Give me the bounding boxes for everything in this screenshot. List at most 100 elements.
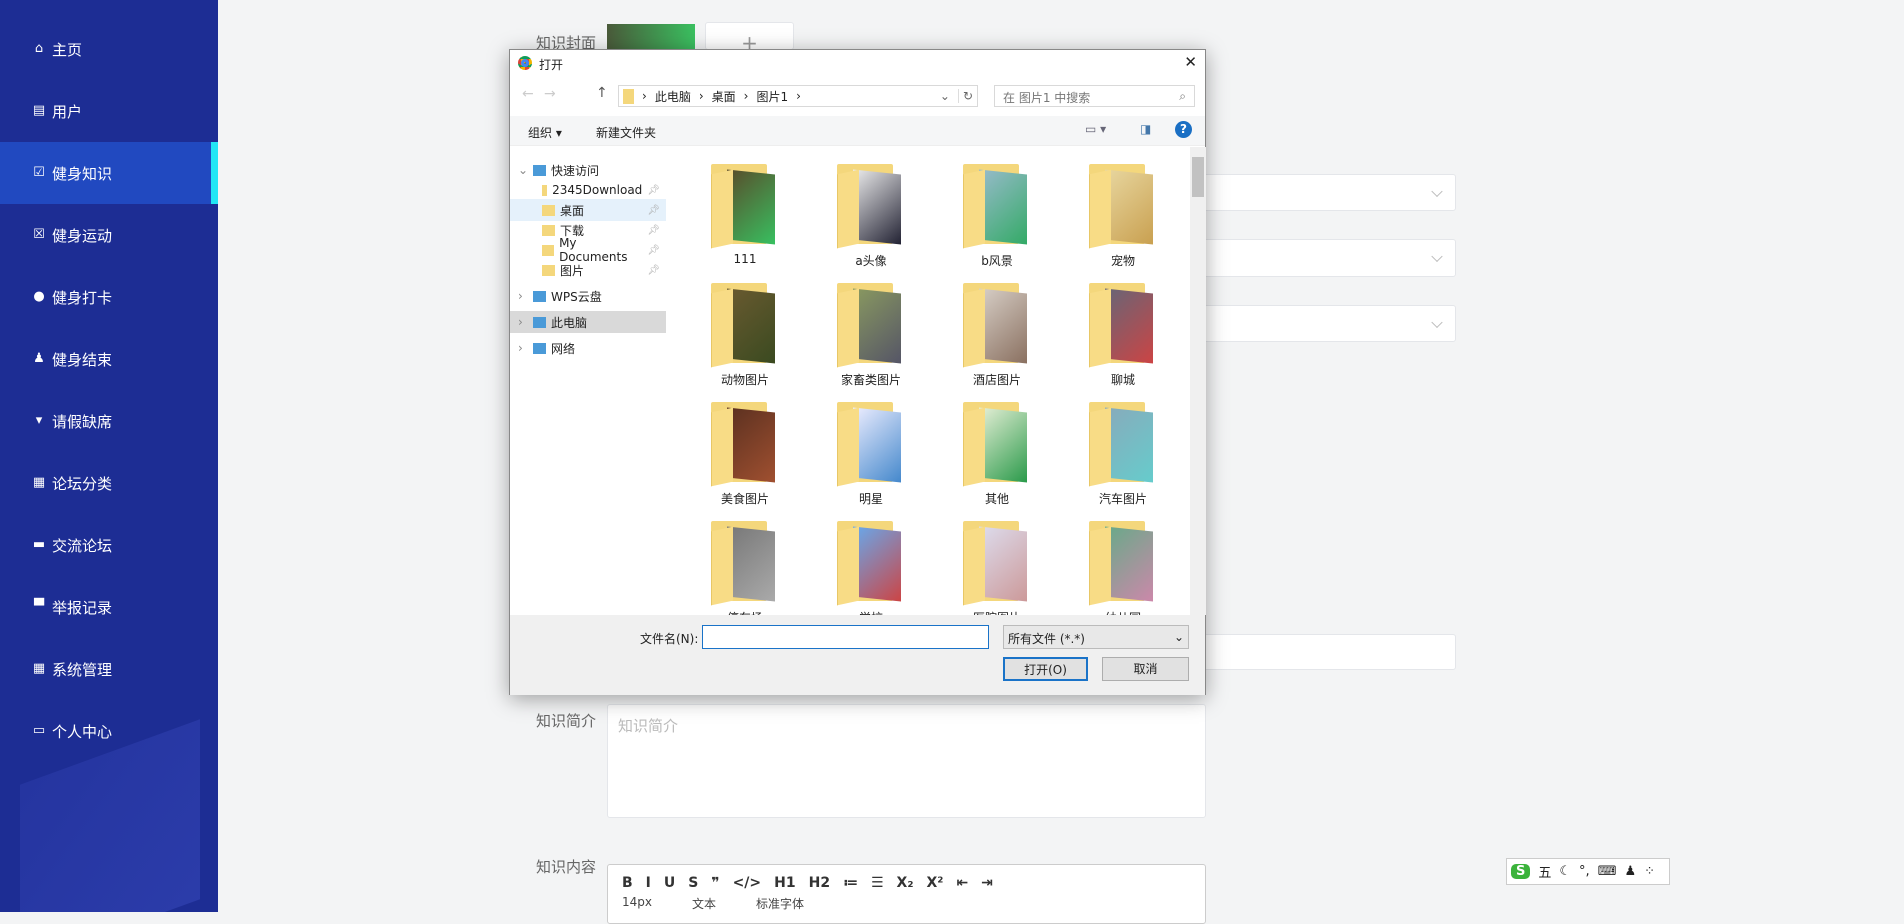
folder-item[interactable]: a头像 [816,162,926,269]
view-icon[interactable]: ▭ ▾ [1085,122,1106,136]
rich-editor[interactable]: B I U S ❞ </> H1 H2 ≔ ☰ X₂ X² ⇤ ⇥ 14px 文本 标准字体 [607,864,1206,924]
expand-icon[interactable]: › [518,289,528,303]
sidebar-item[interactable]: ▤ 用户 [0,80,218,142]
nav-item[interactable]: › 此电脑 [510,311,666,333]
font-family-select[interactable]: 标准字体 [756,895,804,912]
sidebar-item[interactable]: ▀ 举报记录 [0,576,218,638]
nav-item[interactable]: › 网络 [510,337,666,359]
close-button[interactable]: ✕ [1184,53,1197,71]
folder-item[interactable]: b风景 [942,162,1052,269]
folder-item[interactable]: 幼儿园 [1068,519,1178,615]
folder-item[interactable]: 停车场 [690,519,800,615]
nav-item[interactable]: 2345Download 📌︎ [510,179,666,201]
breadcrumb-item[interactable]: 桌面 [712,88,736,105]
address-bar[interactable]: › 此电脑 › 桌面 › 图片1 › ⌄ ↻ [618,85,978,107]
editor-tool-button[interactable]: H1 [774,875,795,891]
expand-icon[interactable]: ⌄ [518,163,528,177]
editor-tool-button[interactable]: S [688,875,698,891]
nav-item[interactable]: 图片 📌︎ [510,259,666,281]
nav-item[interactable]: ⌄ 快速访问 [510,159,666,181]
expand-icon[interactable]: › [518,341,528,355]
folder-icon [959,519,1035,606]
sidebar-item[interactable]: ▦ 论坛分类 [0,452,218,514]
editor-tool-button[interactable]: X² [926,875,943,891]
folder-item[interactable]: 学校 [816,519,926,615]
open-button[interactable]: 打开(O) [1003,657,1088,681]
title-bar: 打开 ✕ [510,50,1205,76]
folder-item[interactable]: 明星 [816,400,926,507]
sidebar-item[interactable]: ▭ 个人中心 [0,700,218,762]
ime-button[interactable]: ☾ [1559,864,1571,879]
chevron-down-icon[interactable]: ⌄ [940,89,950,103]
new-folder-button[interactable]: 新建文件夹 [596,124,656,141]
cancel-button[interactable]: 取消 [1102,657,1189,681]
folder-item[interactable]: 111 [690,162,800,266]
folder-item[interactable]: 家畜类图片 [816,281,926,388]
forward-icon[interactable]: → [544,86,556,102]
preview-pane-icon[interactable]: ◨ [1140,122,1151,136]
up-icon[interactable]: ↑ [596,85,608,101]
editor-tool-button[interactable]: ≔ [843,875,858,891]
ime-button[interactable]: ⁘ [1644,864,1655,879]
search-input[interactable]: 在 图片1 中搜索 ⌕ [994,85,1195,107]
select-1[interactable] [1200,174,1456,211]
organize-button[interactable]: 组织 ▾ [528,124,562,141]
sidebar-item[interactable]: ▾ 请假缺席 [0,390,218,452]
select-3[interactable] [1200,305,1456,342]
editor-tool-button[interactable]: ☰ [871,875,884,891]
sidebar-item[interactable]: ☒ 健身运动 [0,204,218,266]
editor-tool-button[interactable]: ⇥ [981,875,993,891]
editor-tool-button[interactable]: </> [733,875,762,891]
sidebar-item-label: 请假缺席 [52,412,113,431]
sidebar-item[interactable]: ▦ 系统管理 [0,638,218,700]
folder-name: 聊城 [1110,373,1135,387]
sidebar-item[interactable]: ♟ 健身结束 [0,328,218,390]
ime-button[interactable]: ⌨ [1598,864,1617,879]
editor-tool-button[interactable]: H2 [809,875,830,891]
folder-item[interactable]: 医院图片 [942,519,1052,615]
intro-textarea[interactable]: 知识简介 [607,704,1206,818]
folder-item[interactable]: 酒店图片 [942,281,1052,388]
folder-item[interactable]: 汽车图片 [1068,400,1178,507]
breadcrumb-item[interactable]: 此电脑 [655,88,691,105]
folder-item[interactable]: 其他 [942,400,1052,507]
help-icon[interactable]: ? [1175,121,1192,138]
clipboard-icon: ▤ [32,103,46,118]
folder-item[interactable]: 美食图片 [690,400,800,507]
upload-button[interactable]: + [705,22,794,55]
expand-icon[interactable]: › [518,315,528,329]
editor-tool-button[interactable]: ⇤ [956,875,968,891]
editor-tool-button[interactable]: I [646,875,651,891]
filetype-select[interactable]: 所有文件 (*.*) ⌄ [1003,625,1189,649]
block-type-select[interactable]: 文本 [692,895,716,912]
back-icon[interactable]: ← [522,86,534,102]
filename-input[interactable] [702,625,989,649]
sidebar-item[interactable]: ☑ 健身知识 [0,142,218,204]
folder-item[interactable]: 聊城 [1068,281,1178,388]
folder-item[interactable]: 宠物 [1068,162,1178,269]
sidebar-item[interactable]: ⌂ 主页 [0,18,218,80]
nav-item[interactable]: 桌面 📌︎ [510,199,666,221]
grid-icon: ▦ [32,475,46,490]
folder-item[interactable]: 动物图片 [690,281,800,388]
nav-item[interactable]: My Documents 📌︎ [510,236,666,264]
editor-tool-button[interactable]: X₂ [897,875,914,891]
font-size-select[interactable]: 14px [622,895,652,912]
nav-item[interactable]: › WPS云盘 [510,285,666,307]
ime-button[interactable]: °, [1579,864,1590,879]
sidebar-item[interactable]: ● 健身打卡 [0,266,218,328]
editor-tool-button[interactable]: U [664,875,675,891]
text-input[interactable] [1200,634,1456,670]
folder-name: 其他 [984,492,1009,506]
scrollbar[interactable] [1190,147,1206,615]
sidebar-item-label: 健身知识 [52,164,113,183]
ime-button[interactable]: 五 [1538,862,1551,881]
select-2[interactable] [1200,239,1456,277]
refresh-icon[interactable]: ↻ [957,89,977,103]
editor-tool-button[interactable]: B [622,875,633,891]
sidebar-item[interactable]: ▬ 交流论坛 [0,514,218,576]
editor-tool-button[interactable]: ❞ [711,875,719,891]
breadcrumb-item[interactable]: 图片1 [756,88,788,105]
ime-button[interactable]: ♟ [1624,864,1636,879]
cover-thumbnail[interactable] [607,24,695,50]
